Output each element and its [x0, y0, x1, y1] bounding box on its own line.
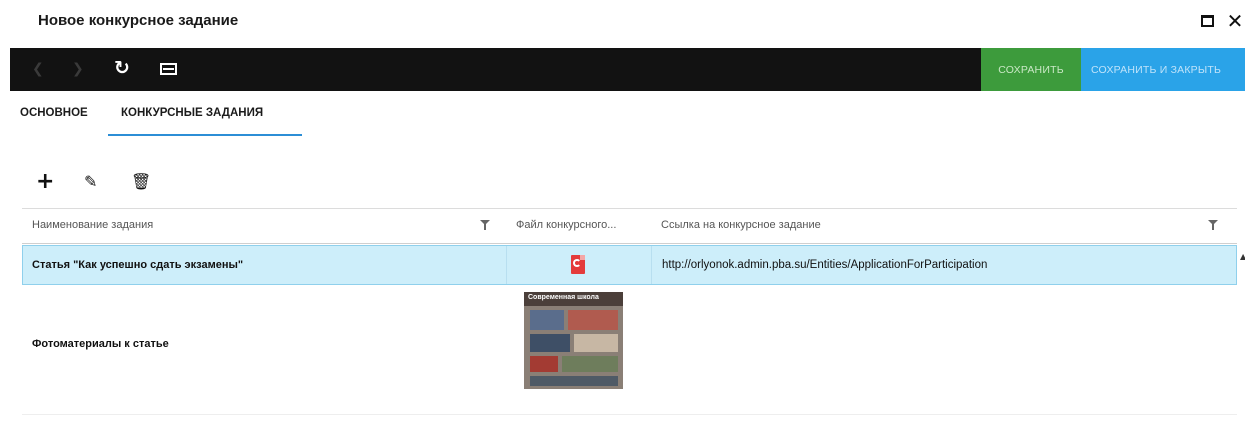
grid-header: Наименование задания Файл конкурсного...…: [22, 208, 1237, 244]
tab-contest-tasks[interactable]: КОНКУРСНЫЕ ЗАДАНИЯ: [121, 107, 263, 119]
table-row[interactable]: Статья "Как успешно сдать экзамены" http…: [22, 245, 1237, 285]
close-icon: ✕: [1226, 9, 1244, 33]
task-name-cell: Фотоматериалы к статье: [32, 338, 169, 350]
close-button[interactable]: ✕: [1224, 10, 1245, 32]
refresh-icon[interactable]: ↻: [114, 57, 130, 79]
filter-icon[interactable]: [480, 220, 490, 231]
task-name-cell: Статья "Как успешно сдать экзамены": [32, 259, 244, 271]
active-tab-indicator: [108, 134, 302, 136]
column-divider: [506, 246, 507, 284]
thumbnail-caption: Современная школа: [528, 294, 599, 301]
task-link-cell[interactable]: http://orlyonok.admin.pba.su/Entities/Ap…: [662, 259, 987, 271]
pencil-icon[interactable]: ✎: [84, 170, 97, 194]
table-row[interactable]: Фотоматериалы к статье Современная школа: [22, 286, 1237, 398]
thumbnail-photo: [530, 334, 570, 352]
back-arrow-icon[interactable]: ❮: [32, 61, 44, 77]
thumbnail-photo: [530, 376, 618, 386]
forward-arrow-icon[interactable]: ❯: [72, 61, 84, 77]
column-header-link[interactable]: Ссылка на конкурсное задание: [661, 219, 821, 231]
filter-icon[interactable]: [1208, 220, 1218, 231]
save-button[interactable]: СОХРАНИТЬ: [981, 48, 1081, 91]
thumbnail-photo: [574, 334, 618, 352]
thumbnail-photo: [530, 310, 564, 330]
thumbnail-photo: [562, 356, 618, 372]
maximize-button[interactable]: [1196, 10, 1218, 32]
thumbnail-photo: [530, 356, 558, 372]
monitor-icon[interactable]: [160, 63, 177, 75]
tab-bar: ОСНОВНОЕ КОНКУРСНЫЕ ЗАДАНИЯ: [0, 92, 1245, 138]
column-divider: [651, 246, 652, 284]
plus-icon[interactable]: +: [36, 170, 54, 194]
column-header-file[interactable]: Файл конкурсного...: [516, 219, 616, 231]
thumbnail-photo: [568, 310, 618, 330]
title-bar: Новое конкурсное задание ✕: [0, 0, 1245, 46]
photo-thumbnail[interactable]: Современная школа: [524, 292, 623, 389]
scroll-up-icon[interactable]: ▲: [1240, 252, 1245, 261]
pdf-file-icon[interactable]: [571, 255, 585, 274]
trash-icon[interactable]: 🗑: [131, 170, 151, 194]
tab-main[interactable]: ОСНОВНОЕ: [20, 107, 88, 119]
save-and-close-button[interactable]: СОХРАНИТЬ И ЗАКРЫТЬ: [1081, 48, 1245, 91]
toolbar: ❮ ❯ ↻ СОХРАНИТЬ СОХРАНИТЬ И ЗАКРЫТЬ: [10, 48, 1245, 91]
divider: [22, 414, 1237, 415]
maximize-icon: [1200, 15, 1214, 27]
window-title: Новое конкурсное задание: [38, 12, 239, 29]
column-header-name[interactable]: Наименование задания: [32, 219, 153, 231]
